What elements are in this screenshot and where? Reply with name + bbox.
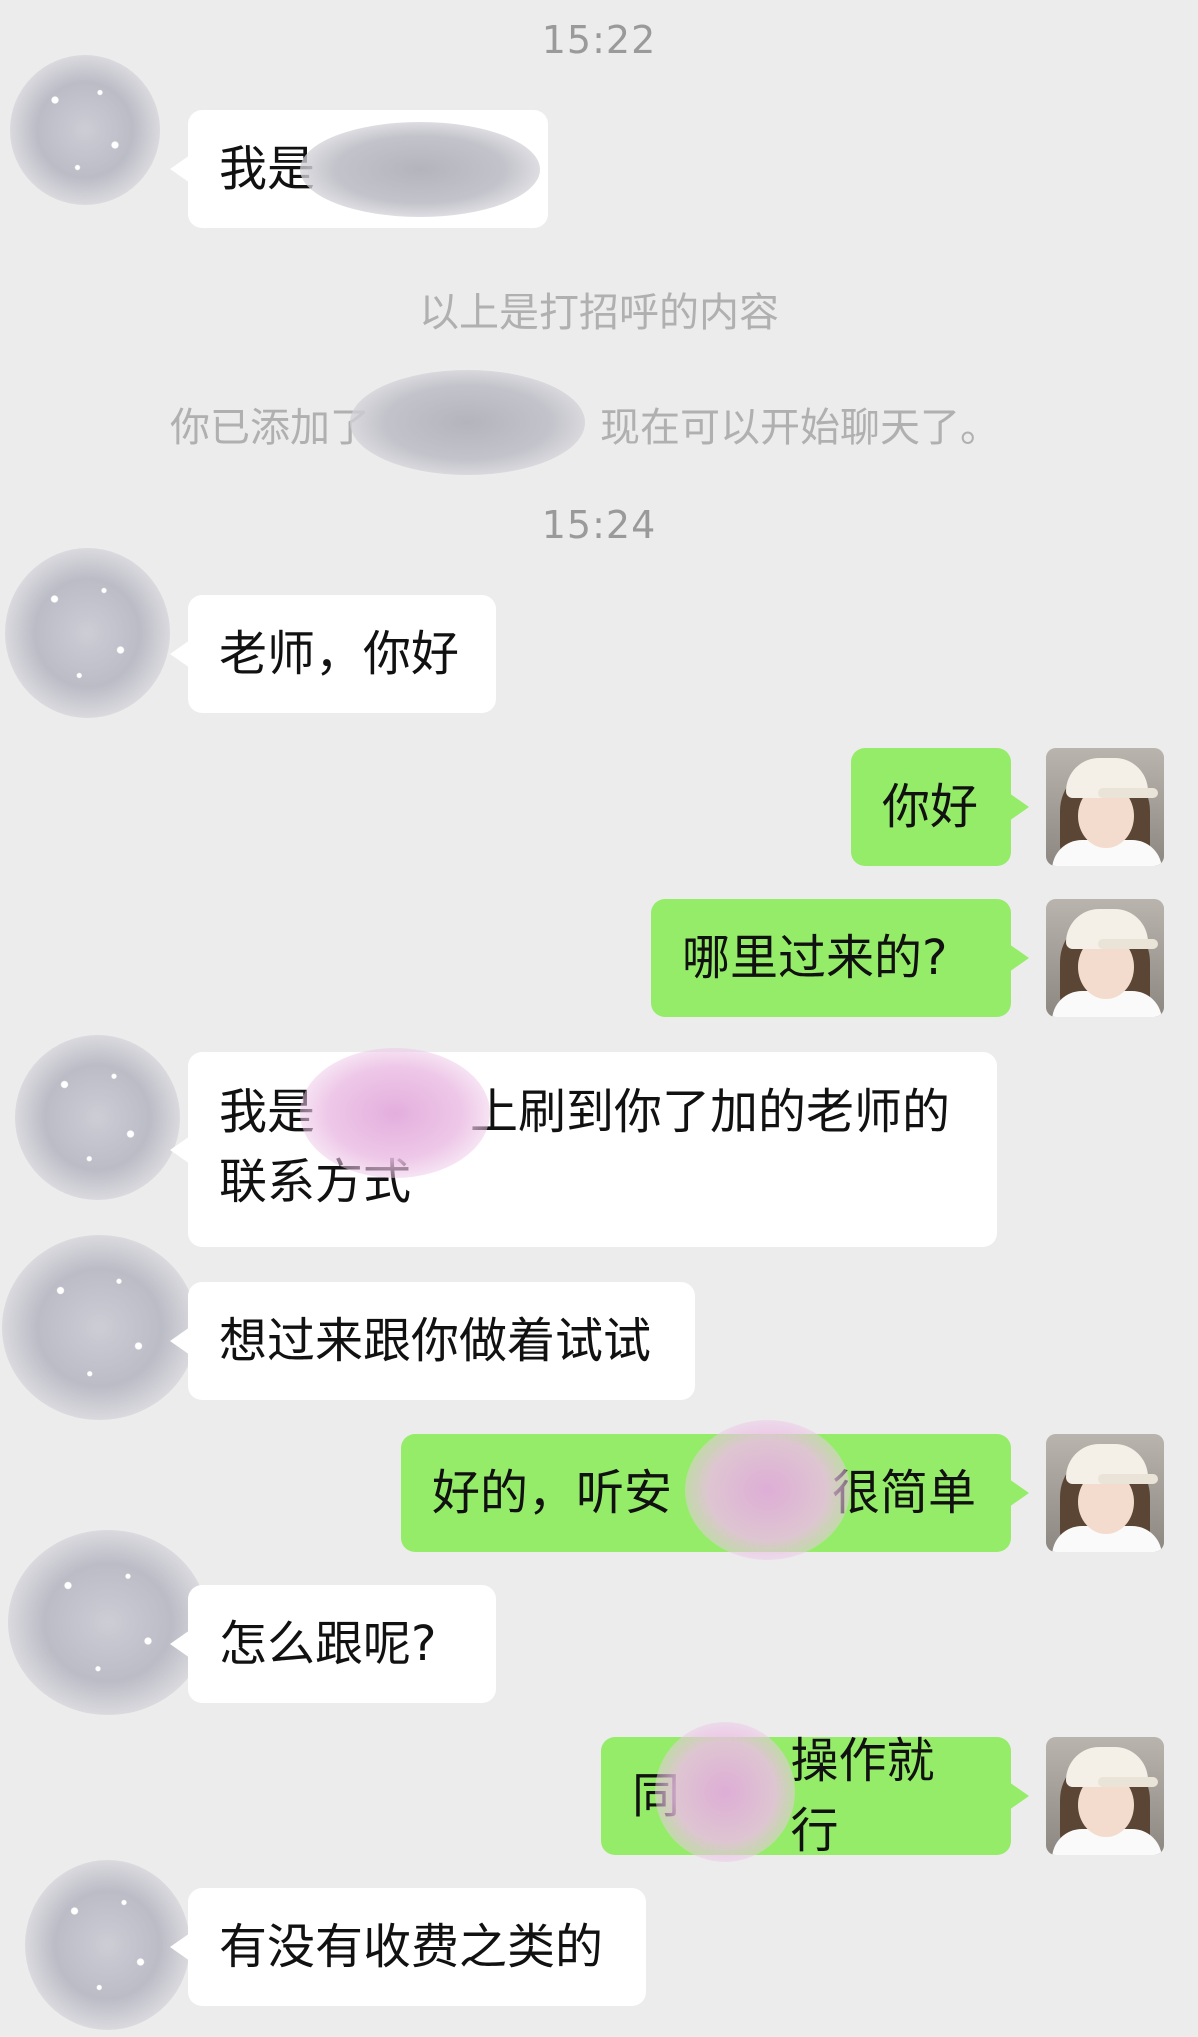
- message-bubble-sent[interactable]: 哪里过来的?: [651, 899, 1029, 1017]
- message-text: 老师，你好: [219, 626, 460, 682]
- timestamp: 15:24: [541, 503, 657, 547]
- message-bubble-received[interactable]: 我是 上刷到你了加的老师的 联系方式: [170, 1052, 997, 1247]
- my-avatar[interactable]: [1046, 1434, 1164, 1552]
- message-text: 很简单: [832, 1465, 977, 1521]
- sender-avatar[interactable]: [5, 548, 170, 718]
- redaction-blur: [300, 122, 540, 217]
- redaction-blur: [350, 370, 585, 475]
- message-bubble-sent[interactable]: 你好: [851, 748, 1029, 866]
- message-text: 有没有收费之类的: [219, 1919, 604, 1975]
- my-avatar[interactable]: [1046, 748, 1164, 866]
- system-message: 以上是打招呼的内容: [419, 290, 779, 336]
- my-avatar[interactable]: [1046, 1737, 1164, 1855]
- message-text: 操作就行: [790, 1733, 935, 1859]
- redaction-blur: [685, 1420, 850, 1560]
- sender-avatar[interactable]: [15, 1035, 180, 1200]
- timestamp: 15:22: [541, 18, 657, 62]
- redaction-blur: [300, 1048, 490, 1178]
- message-text: 想过来跟你做着试试: [219, 1313, 652, 1369]
- message-text: 怎么跟呢?: [219, 1616, 437, 1672]
- sender-avatar[interactable]: [25, 1860, 190, 2030]
- message-text: 哪里过来的?: [682, 930, 948, 986]
- message-text: 上刷到你了加的老师的: [470, 1084, 951, 1140]
- my-avatar[interactable]: [1046, 899, 1164, 1017]
- sender-avatar[interactable]: [8, 1530, 208, 1715]
- message-bubble-received[interactable]: 有没有收费之类的: [170, 1888, 646, 2006]
- system-message: 现在可以开始聊天了。: [600, 405, 1000, 451]
- message-bubble-received[interactable]: 怎么跟呢?: [170, 1585, 496, 1703]
- message-text: 好的，听安: [432, 1465, 673, 1521]
- sender-avatar[interactable]: [10, 55, 160, 205]
- message-bubble-received[interactable]: 老师，你好: [170, 595, 496, 713]
- sender-avatar[interactable]: [2, 1235, 197, 1420]
- system-message: 你已添加了: [170, 405, 370, 451]
- message-text: 你好: [882, 779, 979, 835]
- message-bubble-received[interactable]: 想过来跟你做着试试: [170, 1282, 695, 1400]
- redaction-blur: [655, 1722, 795, 1862]
